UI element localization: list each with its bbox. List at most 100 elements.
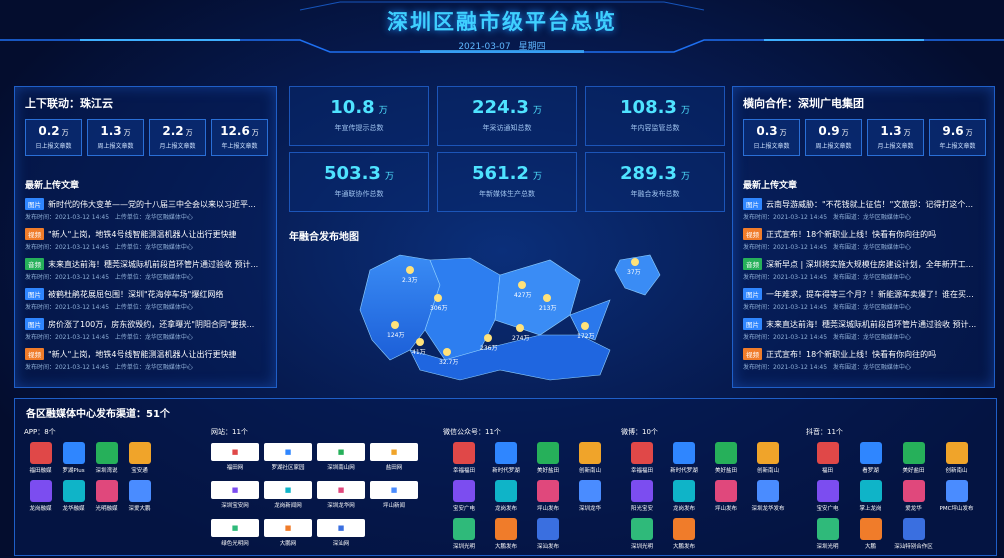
website-item[interactable]: ■ 绿色光明网 [211, 519, 259, 547]
channel-item[interactable]: 深圳湾说 [90, 442, 123, 474]
website-item[interactable]: ■ 深圳南山网 [317, 443, 365, 471]
channel-item[interactable]: 深爱大鹏 [123, 480, 156, 512]
channel-item[interactable]: 宝安广电 [443, 480, 485, 512]
channel-item[interactable]: 深圳龙华 [569, 480, 611, 512]
website-item[interactable]: ■ 龙岗新闻网 [264, 481, 312, 509]
channel-item[interactable]: 龙岗发布 [663, 480, 705, 512]
channel-item[interactable]: 龙华融媒 [57, 480, 90, 512]
map-point-label: 236万 [480, 345, 497, 352]
article-item[interactable]: 图片 新时代的伟大变革——党的十八届三中全会以来以习近平... 发布时间：2021-… [25, 198, 275, 221]
map-point[interactable] [391, 321, 399, 329]
channel-item[interactable]: 大鹏发布 [485, 518, 527, 550]
website-logo-icon: ■ [211, 481, 259, 499]
date-text: 2021-03-07 [458, 42, 511, 52]
website-item[interactable]: ■ 深圳宝安网 [211, 481, 259, 509]
channel-item[interactable]: 罗湖Plus [57, 442, 90, 474]
article-item[interactable]: 图片 云南导游威胁："不花钱就上征信！"文旅部：记得打这个... 发布时间：2021… [743, 198, 993, 221]
channel-item[interactable]: 大鹏发布 [663, 518, 705, 550]
article-item[interactable]: 音频 深新早点 | 深圳将实施大规模住房建设计划，全年新开工... 发布时间：202… [743, 258, 993, 281]
channel-item[interactable]: 新时代罗湖 [485, 442, 527, 474]
article-item[interactable]: 视频 "新人"上岗，地铁4号线智能测温机器人让出行更快捷 发布时间：2021-03-… [25, 348, 275, 371]
right-stat-week: 0.9 万周上报文章数 [805, 119, 862, 156]
website-item[interactable]: ■ 深圳龙华网 [317, 481, 365, 509]
article-title[interactable]: 一年难求，提车得等三个月？！新能源车卖爆了！谁在买... [766, 289, 974, 300]
article-title[interactable]: 房价涨了100万，房东欲毁约，还拿曝光"阴阳合同"要挟... [48, 319, 254, 330]
map-point[interactable] [434, 294, 442, 302]
channel-item[interactable]: 坪山发布 [527, 480, 569, 512]
website-item[interactable]: ■ 大鹏网 [264, 519, 312, 547]
article-title[interactable]: 正式宣布！18个新职业上线！快看有你向往的吗 [766, 229, 936, 240]
channel-item[interactable]: 宝安通 [123, 442, 156, 474]
channel-item[interactable]: 宝安广电 [806, 480, 849, 512]
website-item[interactable]: ■ 罗湖社区家园 [264, 443, 312, 471]
article-item[interactable]: 图片 一年难求，提车得等三个月？！新能源车卖爆了！谁在买... 发布时间：2021-… [743, 288, 993, 311]
article-title[interactable]: 末来直达前海！穗莞深城际机前段首环管片通过验收 预计... [48, 259, 258, 270]
map-point[interactable] [543, 294, 551, 302]
article-tag: 音频 [25, 258, 44, 270]
map-point[interactable] [443, 348, 451, 356]
website-item[interactable]: ■ 福田网 [211, 443, 259, 471]
map-point[interactable] [581, 322, 589, 330]
channel-item[interactable]: 福田 [806, 442, 849, 474]
channel-item[interactable]: 深圳光明 [621, 518, 663, 550]
website-item[interactable]: ■ 盐田网 [370, 443, 418, 471]
map-region-west[interactable] [359, 254, 441, 361]
channel-item[interactable]: 美好盐田 [892, 442, 935, 474]
article-item[interactable]: 音频 末来直达前海！穗莞深城际机前段首环管片通过验收 预计... 发布时间：2021… [25, 258, 275, 281]
channel-item[interactable]: 创新南山 [935, 442, 978, 474]
channel-name: 福田融媒 [29, 468, 52, 474]
channel-item[interactable]: 美好盐田 [705, 442, 747, 474]
article-title[interactable]: "新人"上岗，地铁4号线智能测温机器人让出行更快捷 [48, 349, 236, 360]
article-item[interactable]: 图片 房价涨了100万，房东欲毁约，还拿曝光"阴阳合同"要挟... 发布时间：202… [25, 318, 275, 341]
channel-name: 深圳光明 [452, 544, 475, 550]
channel-item[interactable]: 阳光宝安 [621, 480, 663, 512]
article-tag: 视频 [743, 228, 762, 240]
map-point[interactable] [416, 338, 424, 346]
channel-item[interactable]: 光明融媒 [90, 480, 123, 512]
channel-item[interactable]: 大鹏 [849, 518, 892, 550]
article-item[interactable]: 视频 "新人"上岗，地铁4号线智能测温机器人让出行更快捷 发布时间：2021-03-… [25, 228, 275, 251]
website-name: 深圳南山网 [327, 465, 355, 471]
channel-item[interactable]: 龙岗发布 [485, 480, 527, 512]
article-time: 发布时间：2021-03-12 14:45 [25, 274, 110, 281]
article-title[interactable]: 末来直达前海！穗莞深城际机前段首环管片通过验收 预计... [766, 319, 976, 330]
map-point[interactable] [484, 334, 492, 342]
channel-item[interactable]: 坪山发布 [705, 480, 747, 512]
channel-item[interactable]: 龙岗融媒 [24, 480, 57, 512]
article-item[interactable]: 图片 末来直达前海！穗莞深城际机前段首环管片通过验收 预计... 发布时间：2021… [743, 318, 993, 341]
map-point[interactable] [516, 324, 524, 332]
website-item[interactable]: ■ 深汕网 [317, 519, 365, 547]
channel-item[interactable]: 福田融媒 [24, 442, 57, 474]
channel-item[interactable]: PMC坪山发布 [935, 480, 978, 512]
channel-item[interactable]: 深汕发布 [527, 518, 569, 550]
map-point[interactable] [518, 281, 526, 289]
stat-value: 0.3 [756, 124, 778, 138]
channel-item[interactable]: 深圳光明 [443, 518, 485, 550]
article-title[interactable]: 深新早点 | 深圳将实施大规模住房建设计划，全年新开工... [766, 259, 973, 270]
map-region-longgang[interactable] [494, 259, 581, 336]
channel-item[interactable]: 掌上龙岗 [849, 480, 892, 512]
channel-item[interactable]: 新时代罗湖 [663, 442, 705, 474]
article-title[interactable]: 被鹤杜鹃花展屈包围！深圳"花海停车场"爆红网络 [48, 289, 223, 300]
channel-item[interactable]: 创新南山 [747, 442, 789, 474]
channel-item[interactable]: 创新南山 [569, 442, 611, 474]
map-point[interactable] [406, 266, 414, 274]
channel-item[interactable]: 爱龙华 [892, 480, 935, 512]
article-title[interactable]: 云南导游威胁："不花钱就上征信！"文旅部：记得打这个... [766, 199, 973, 210]
article-title[interactable]: 新时代的伟大变革——党的十八届三中全会以来以习近平... [48, 199, 256, 210]
website-item[interactable]: ■ 坪山新闻 [370, 481, 418, 509]
channel-item[interactable]: 幸福福田 [621, 442, 663, 474]
article-title[interactable]: 正式宣布！18个新职业上线！快看有你向往的吗 [766, 349, 936, 360]
channel-item[interactable]: 看罗湖 [849, 442, 892, 474]
article-title[interactable]: "新人"上岗，地铁4号线智能测温机器人让出行更快捷 [48, 229, 236, 240]
article-item[interactable]: 图片 被鹤杜鹃花展屈包围！深圳"花海停车场"爆红网络 发布时间：2021-03-12… [25, 288, 275, 311]
article-item[interactable]: 视频 正式宣布！18个新职业上线！快看有你向往的吗 发布时间：2021-03-12 … [743, 228, 993, 251]
channel-item[interactable]: 美好盐田 [527, 442, 569, 474]
channel-item[interactable]: 深圳龙华发布 [747, 480, 789, 512]
channel-item[interactable]: 幸福福田 [443, 442, 485, 474]
article-item[interactable]: 视频 正式宣布！18个新职业上线！快看有你向往的吗 发布时间：2021-03-12 … [743, 348, 993, 371]
channel-item[interactable]: 深圳光明 [806, 518, 849, 550]
article-unit: 发布围道：龙华区融媒体中心 [832, 304, 911, 311]
channel-item[interactable]: 深汕特别合作区 [892, 518, 935, 550]
map-point[interactable] [631, 258, 639, 266]
